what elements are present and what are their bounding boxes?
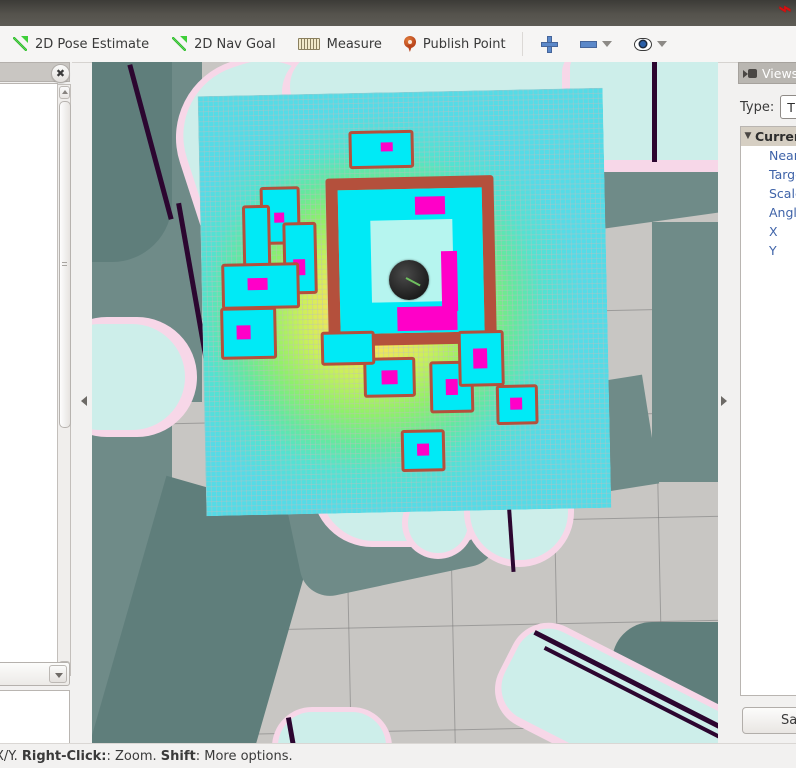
status-bold-shift: Shift xyxy=(160,748,196,764)
robot-heading-indicator xyxy=(405,277,421,287)
tool-publish-point-label: Publish Point xyxy=(422,36,506,52)
tool-measure-label: Measure xyxy=(326,36,382,52)
left-panel-scrollbar[interactable] xyxy=(57,84,71,676)
left-dock-panel: ✖ APlan… APlan… Rename xyxy=(0,62,72,743)
view-type-label: Type: xyxy=(740,99,775,115)
view-property-tree[interactable]: ▼ Current View Near Clip Distance Target… xyxy=(740,126,796,696)
chevron-down-icon[interactable] xyxy=(656,41,667,47)
visibility-button[interactable] xyxy=(624,29,677,59)
status-suffix: : More options. xyxy=(195,748,293,764)
add-tool-button[interactable] xyxy=(531,29,568,59)
scrollbar-thumb[interactable] xyxy=(59,101,71,428)
costmap-overlay xyxy=(197,87,612,517)
dock-icon xyxy=(743,68,757,78)
red-cursor-marker: ⌁ xyxy=(778,0,792,22)
eye-icon xyxy=(633,37,652,51)
status-bar-text: Move X/Y. Right-Click:: Zoom. Shift: Mor… xyxy=(0,749,293,764)
lethal-core xyxy=(380,142,393,152)
list-item[interactable]: APlan… xyxy=(0,341,57,361)
green-arrow-icon xyxy=(171,36,187,52)
robot-marker xyxy=(389,260,429,300)
views-panel-header[interactable]: Views xyxy=(738,62,796,84)
status-bar: Move X/Y. Right-Click:: Zoom. Shift: Mor… xyxy=(0,743,796,768)
view-type-row: Type: T xyxy=(740,94,796,120)
close-icon[interactable]: ✖ xyxy=(51,64,70,83)
right-panel-collapse-handle[interactable] xyxy=(718,390,730,412)
map-region xyxy=(652,222,718,482)
map-pin-icon xyxy=(403,36,416,52)
chevron-left-icon xyxy=(721,396,727,406)
lethal-core xyxy=(472,348,488,369)
lethal-core xyxy=(416,443,430,456)
tool-2d-pose-estimate-label: 2D Pose Estimate xyxy=(35,36,150,52)
tool-2d-nav-goal-label: 2D Nav Goal xyxy=(194,36,276,52)
save-button[interactable]: Save xyxy=(742,707,796,734)
lethal-core xyxy=(274,212,285,223)
view-type-select[interactable]: T xyxy=(780,95,796,119)
status-prefix: Move X/Y. xyxy=(0,748,18,764)
property-row[interactable]: Y xyxy=(741,241,796,260)
tool-bar: 2D Pose Estimate 2D Nav Goal Measure Pub… xyxy=(0,26,796,63)
left-panel-textbox[interactable] xyxy=(0,690,70,743)
tool-publish-point[interactable]: Publish Point xyxy=(394,29,516,59)
remove-tool-button[interactable] xyxy=(570,29,622,59)
scroll-up-icon[interactable] xyxy=(59,86,70,99)
chevron-down-icon[interactable] xyxy=(49,665,67,683)
chevron-down-icon[interactable] xyxy=(601,41,612,47)
left-panel-combo[interactable] xyxy=(0,662,70,686)
views-panel-title: Views xyxy=(762,65,796,81)
property-group-current-view[interactable]: ▼ Current View xyxy=(741,127,796,146)
status-bold-right-click: Right-Click: xyxy=(21,748,107,764)
property-row[interactable]: Target Frame xyxy=(741,165,796,184)
lethal-core xyxy=(247,277,268,291)
property-row[interactable]: Near Clip Distance xyxy=(741,146,796,165)
rviz-window: ⌁ 2D Pose Estimate 2D Nav Goal Measure P… xyxy=(0,0,796,768)
left-panel-collapse-handle[interactable] xyxy=(78,390,90,412)
lethal-core xyxy=(236,325,251,340)
plus-icon xyxy=(540,35,558,53)
lethal-core xyxy=(445,378,458,396)
views-dock-panel: Views Type: T ▼ Current View Near Clip D… xyxy=(738,62,796,743)
property-row[interactable]: Scale xyxy=(741,184,796,203)
green-arrow-icon xyxy=(12,36,28,52)
lethal-obstacle xyxy=(320,330,376,366)
lethal-core xyxy=(397,305,458,332)
tool-measure[interactable]: Measure xyxy=(288,29,392,59)
property-group-label: Current View xyxy=(755,129,796,144)
left-panel-list[interactable]: APlan… APlan… xyxy=(0,83,58,677)
ruler-icon xyxy=(297,38,320,50)
map-region xyxy=(92,62,172,262)
tool-2d-nav-goal[interactable]: 2D Nav Goal xyxy=(161,29,286,59)
property-row[interactable]: X xyxy=(741,222,796,241)
tool-2d-pose-estimate[interactable]: 2D Pose Estimate xyxy=(2,29,159,59)
lethal-core xyxy=(440,250,459,312)
chevron-right-icon xyxy=(81,396,87,406)
lethal-core xyxy=(381,370,398,385)
property-row[interactable]: Angle xyxy=(741,203,796,222)
status-mid: : Zoom. xyxy=(106,748,161,764)
list-item[interactable]: APlan… xyxy=(0,549,57,569)
toolbar-separator xyxy=(521,32,523,56)
lethal-core xyxy=(510,397,523,410)
title-bar: ⌁ xyxy=(0,0,796,27)
minus-icon xyxy=(579,40,597,48)
map-wall xyxy=(652,62,657,162)
map-render-view[interactable] xyxy=(92,62,718,743)
lethal-core xyxy=(414,196,446,215)
chevron-down-icon[interactable]: ▼ xyxy=(741,127,755,146)
